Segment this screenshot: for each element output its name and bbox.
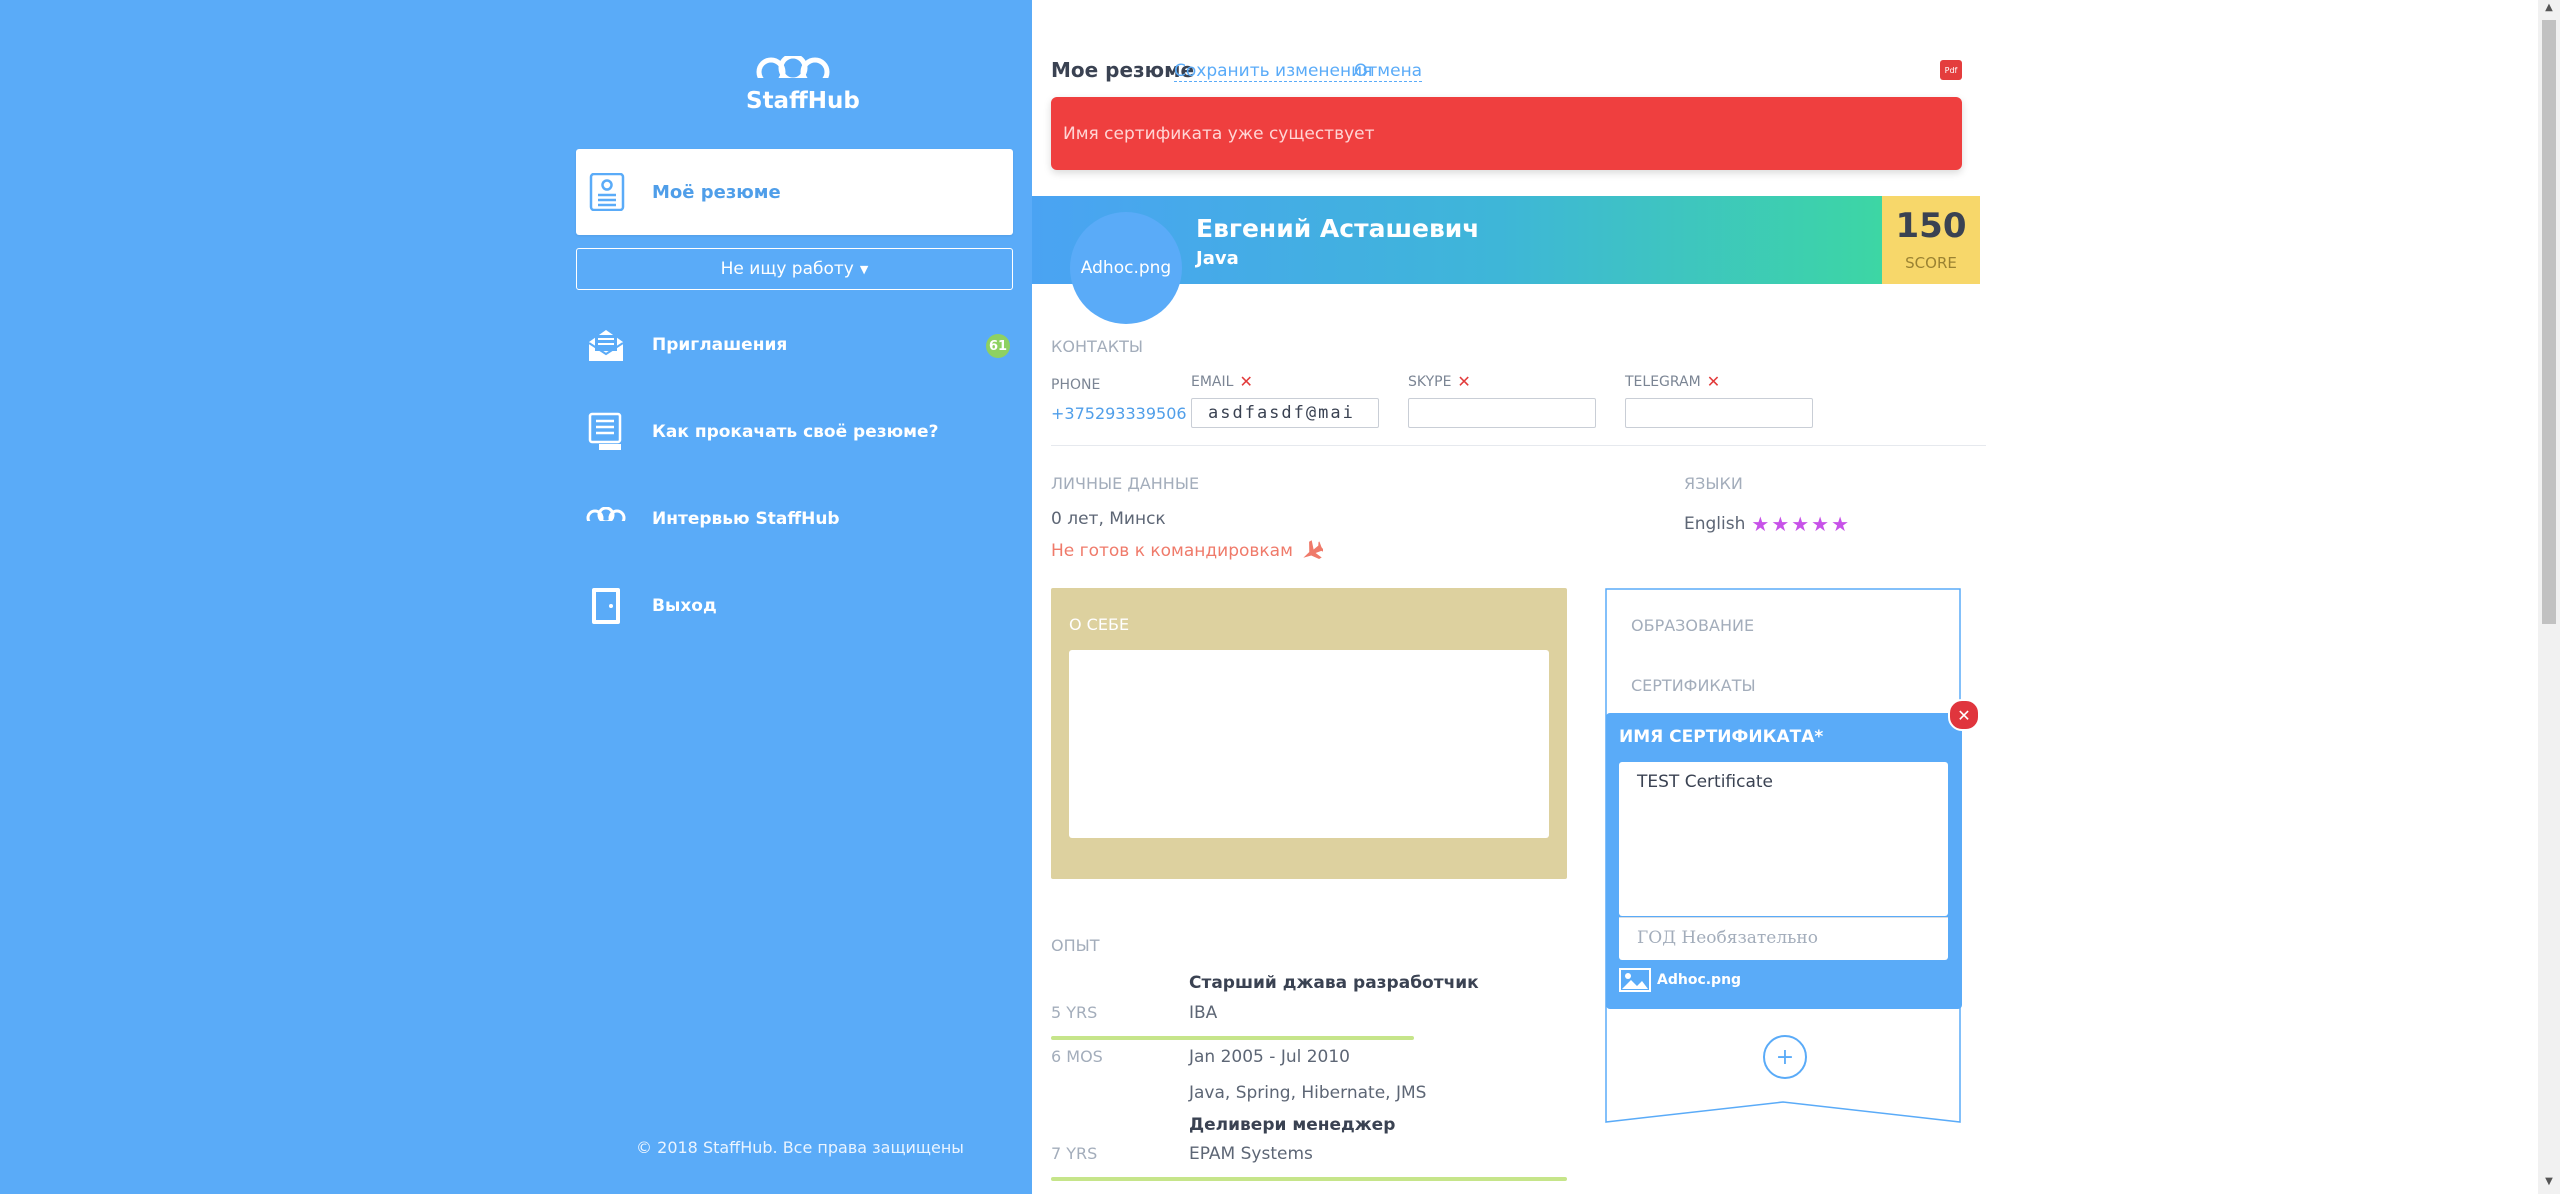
job-status-dropdown[interactable]: Не ищу работу ▼ [576, 248, 1013, 290]
nav-staffhub-interview[interactable]: Интервью StaffHub [584, 497, 1024, 541]
page-title: Мое резюме [1051, 58, 1195, 82]
job-years: 5 YRS [1051, 1003, 1098, 1022]
telegram-field-header: TELEGRAM ✕ [1625, 372, 1720, 391]
score-label: SCORE [1905, 254, 1957, 272]
staffhub-logo-icon [584, 497, 628, 541]
job-period: Jan 2005 - Jul 2010 [1189, 1047, 1350, 1067]
copyright-text: © 2018 StaffHub. Все права защищены [636, 1138, 964, 1157]
image-icon [1619, 968, 1651, 992]
email-label: EMAIL [1191, 373, 1234, 390]
phone-value[interactable]: +375293339506 [1051, 404, 1187, 423]
job-company: EPAM Systems [1189, 1144, 1313, 1164]
skype-remove-icon[interactable]: ✕ [1457, 372, 1470, 391]
logo-text: StaffHub [746, 88, 860, 114]
door-icon [584, 584, 628, 628]
avatar-filename: Adhoc.png [1080, 258, 1172, 278]
tab-education[interactable]: ОБРАЗОВАНИЕ [1631, 616, 1754, 635]
list-icon [584, 410, 628, 454]
job-title: Старший джава разработчик [1189, 973, 1479, 993]
error-alert: Имя сертификата уже существует [1051, 97, 1962, 170]
score-value: 150 [1895, 206, 1967, 246]
caret-down-icon: ▼ [859, 262, 869, 276]
invitations-count-badge: 61 [986, 334, 1010, 358]
scrollbar-thumb[interactable] [2542, 20, 2556, 624]
scroll-down-arrow-icon[interactable]: ▼ [2540, 1176, 2558, 1190]
nav-boost-resume-label: Как прокачать своё резюме? [652, 422, 939, 442]
skype-label: SKYPE [1408, 373, 1452, 390]
telegram-field[interactable] [1625, 398, 1813, 428]
certificate-name-value: TEST Certificate [1637, 772, 1774, 792]
nav-logout-label: Выход [652, 596, 717, 616]
contacts-section-label: КОНТАКТЫ [1051, 337, 1143, 356]
avatar[interactable]: Adhoc.png [1070, 212, 1182, 324]
personal-section-label: ЛИЧНЫЕ ДАННЫЕ [1051, 474, 1200, 493]
nav-invitations-label: Приглашения [652, 335, 788, 355]
certificate-image-upload[interactable]: Adhoc.png [1619, 968, 1741, 992]
nav-my-resume[interactable]: Моё резюме [576, 149, 1013, 235]
certificate-name-label: ИМЯ СЕРТИФИКАТА* [1619, 727, 1824, 747]
scroll-up-arrow-icon[interactable]: ▲ [2540, 2, 2558, 16]
job-months: 6 MOS [1051, 1047, 1103, 1066]
envelope-icon [584, 323, 628, 367]
phone-label: PHONE [1051, 377, 1101, 393]
nav-boost-resume[interactable]: Как прокачать своё резюме? [584, 410, 1024, 454]
tab-certificates[interactable]: СЕРТИФИКАТЫ [1631, 676, 1756, 695]
job-status-label: Не ищу работу [720, 259, 854, 279]
save-changes-link[interactable]: Сохранить изменения [1174, 61, 1373, 82]
telegram-label: TELEGRAM [1625, 373, 1701, 390]
divider [1051, 445, 1986, 446]
language-item: English ★★★★★ [1684, 512, 1851, 536]
pdf-icon[interactable]: Pdf [1940, 60, 1962, 80]
airplane-icon [1299, 539, 1323, 563]
job-duration-bar [1051, 1177, 1567, 1181]
user-role: Java [1196, 248, 1239, 269]
skype-field-header: SKYPE ✕ [1408, 372, 1471, 391]
skype-field[interactable] [1408, 398, 1596, 428]
about-title: О СЕБЕ [1069, 615, 1130, 634]
travel-status-text: Не готов к командировкам [1051, 541, 1293, 561]
email-field-header: EMAIL ✕ [1191, 372, 1253, 391]
add-certificate-button[interactable]: + [1763, 1035, 1807, 1079]
job-skills: Java, Spring, Hibernate, JMS [1189, 1083, 1427, 1103]
experience-section-label: ОПЫТ [1051, 936, 1100, 955]
certificate-year-placeholder: ГОД Необязательно [1637, 928, 1818, 948]
job-years: 7 YRS [1051, 1144, 1098, 1163]
error-alert-message: Имя сертификата уже существует [1063, 123, 1375, 144]
nav-invitations[interactable]: Приглашения 61 [584, 323, 1024, 367]
language-rating-stars: ★★★★★ [1751, 512, 1852, 536]
travel-status: Не готов к командировкам [1051, 539, 1323, 563]
cancel-link[interactable]: Отмена [1354, 61, 1423, 82]
language-name: English [1684, 514, 1746, 534]
telegram-remove-icon[interactable]: ✕ [1707, 372, 1720, 391]
job-title: Деливери менеджер [1189, 1115, 1396, 1135]
user-name: Евгений Асташевич [1196, 214, 1480, 243]
job-company: IBA [1189, 1003, 1218, 1023]
job-duration-bar [1051, 1036, 1414, 1040]
age-city: 0 лет, Минск [1051, 509, 1166, 529]
email-remove-icon[interactable]: ✕ [1239, 372, 1252, 391]
resume-icon [589, 173, 625, 211]
about-textarea[interactable] [1069, 650, 1549, 838]
close-icon[interactable]: ✕ [1948, 699, 1980, 731]
nav-logout[interactable]: Выход [584, 584, 1024, 628]
certificate-image-filename: Adhoc.png [1657, 972, 1742, 988]
nav-my-resume-label: Моё резюме [652, 181, 781, 203]
email-field[interactable]: asdfasdf@mai [1191, 398, 1379, 428]
nav-staffhub-interview-label: Интервью StaffHub [652, 509, 840, 529]
languages-section-label: ЯЗЫКИ [1684, 474, 1743, 493]
